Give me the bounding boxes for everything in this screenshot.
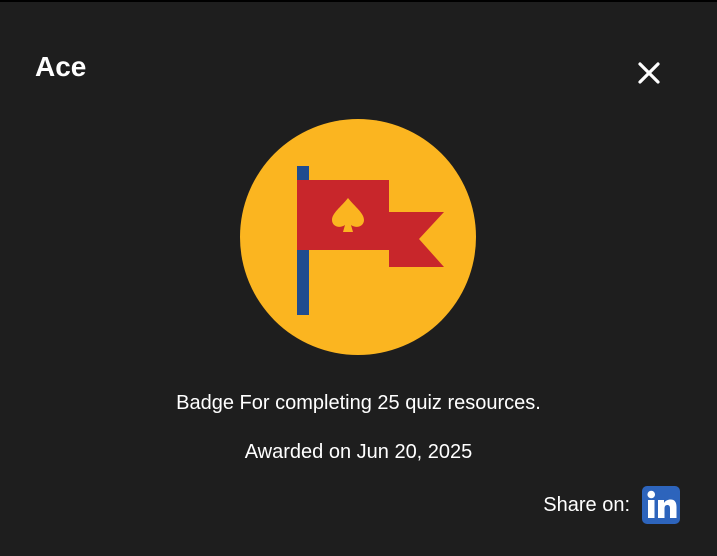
share-row: Share on: (543, 486, 680, 524)
awarded-date: Awarded on Jun 20, 2025 (244, 441, 473, 463)
flag-badge-icon (240, 119, 476, 355)
close-icon[interactable] (633, 57, 665, 89)
badge-description: Badge For completing 25 quiz resources. (176, 392, 541, 414)
dialog-title: Ace (35, 51, 87, 82)
badge-dialog: Ace Badge For completing 25 quiz resourc… (0, 0, 717, 556)
linkedin-icon[interactable] (642, 486, 680, 524)
share-label: Share on: (543, 494, 630, 516)
